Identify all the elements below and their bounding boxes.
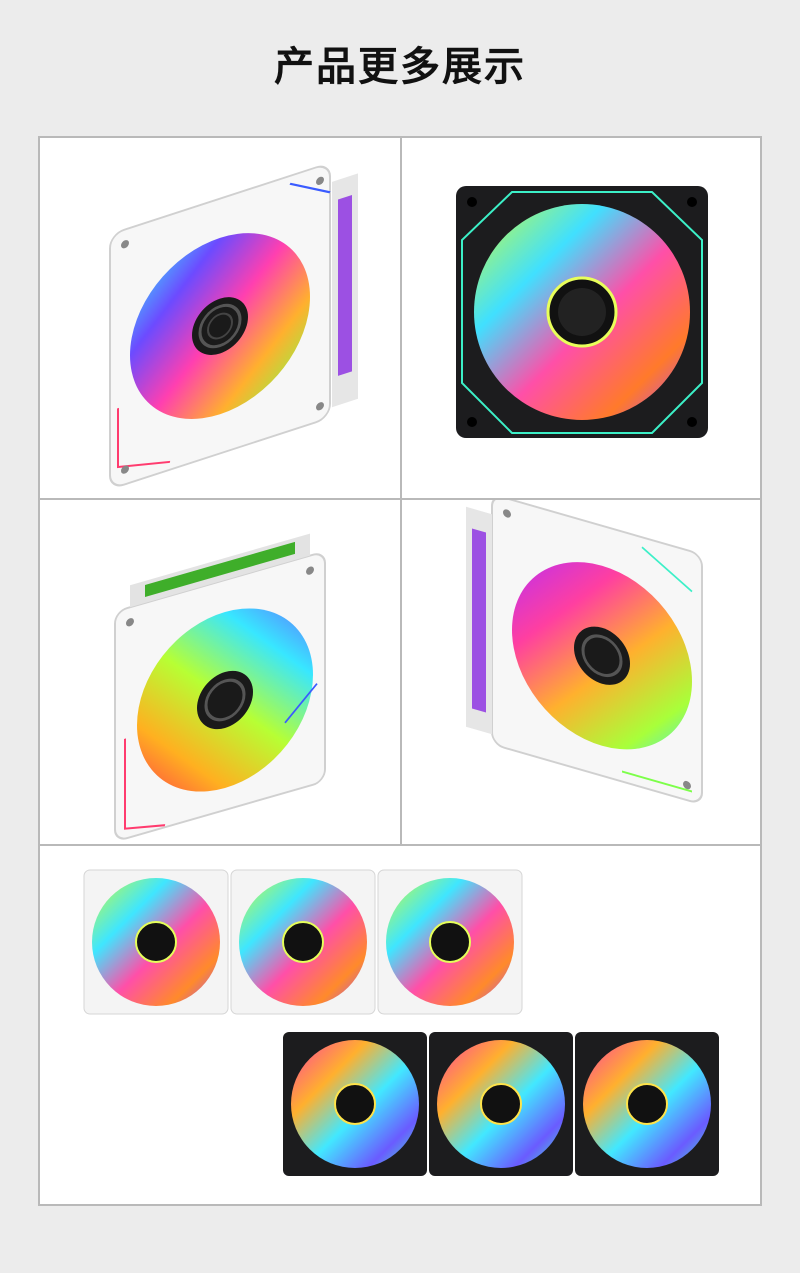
panel-white-fan-angled-right — [40, 138, 400, 498]
black-fan-row — [283, 1032, 719, 1176]
panel-fan-rows — [40, 846, 760, 1204]
white-fan-row — [83, 869, 523, 1015]
page-title: 产品更多展示 — [274, 44, 526, 90]
panel-black-fan-front — [402, 138, 760, 498]
panel-white-fan-angled-top — [40, 500, 400, 844]
panel-white-fan-angled-left — [402, 500, 760, 844]
product-gallery — [38, 136, 762, 1206]
